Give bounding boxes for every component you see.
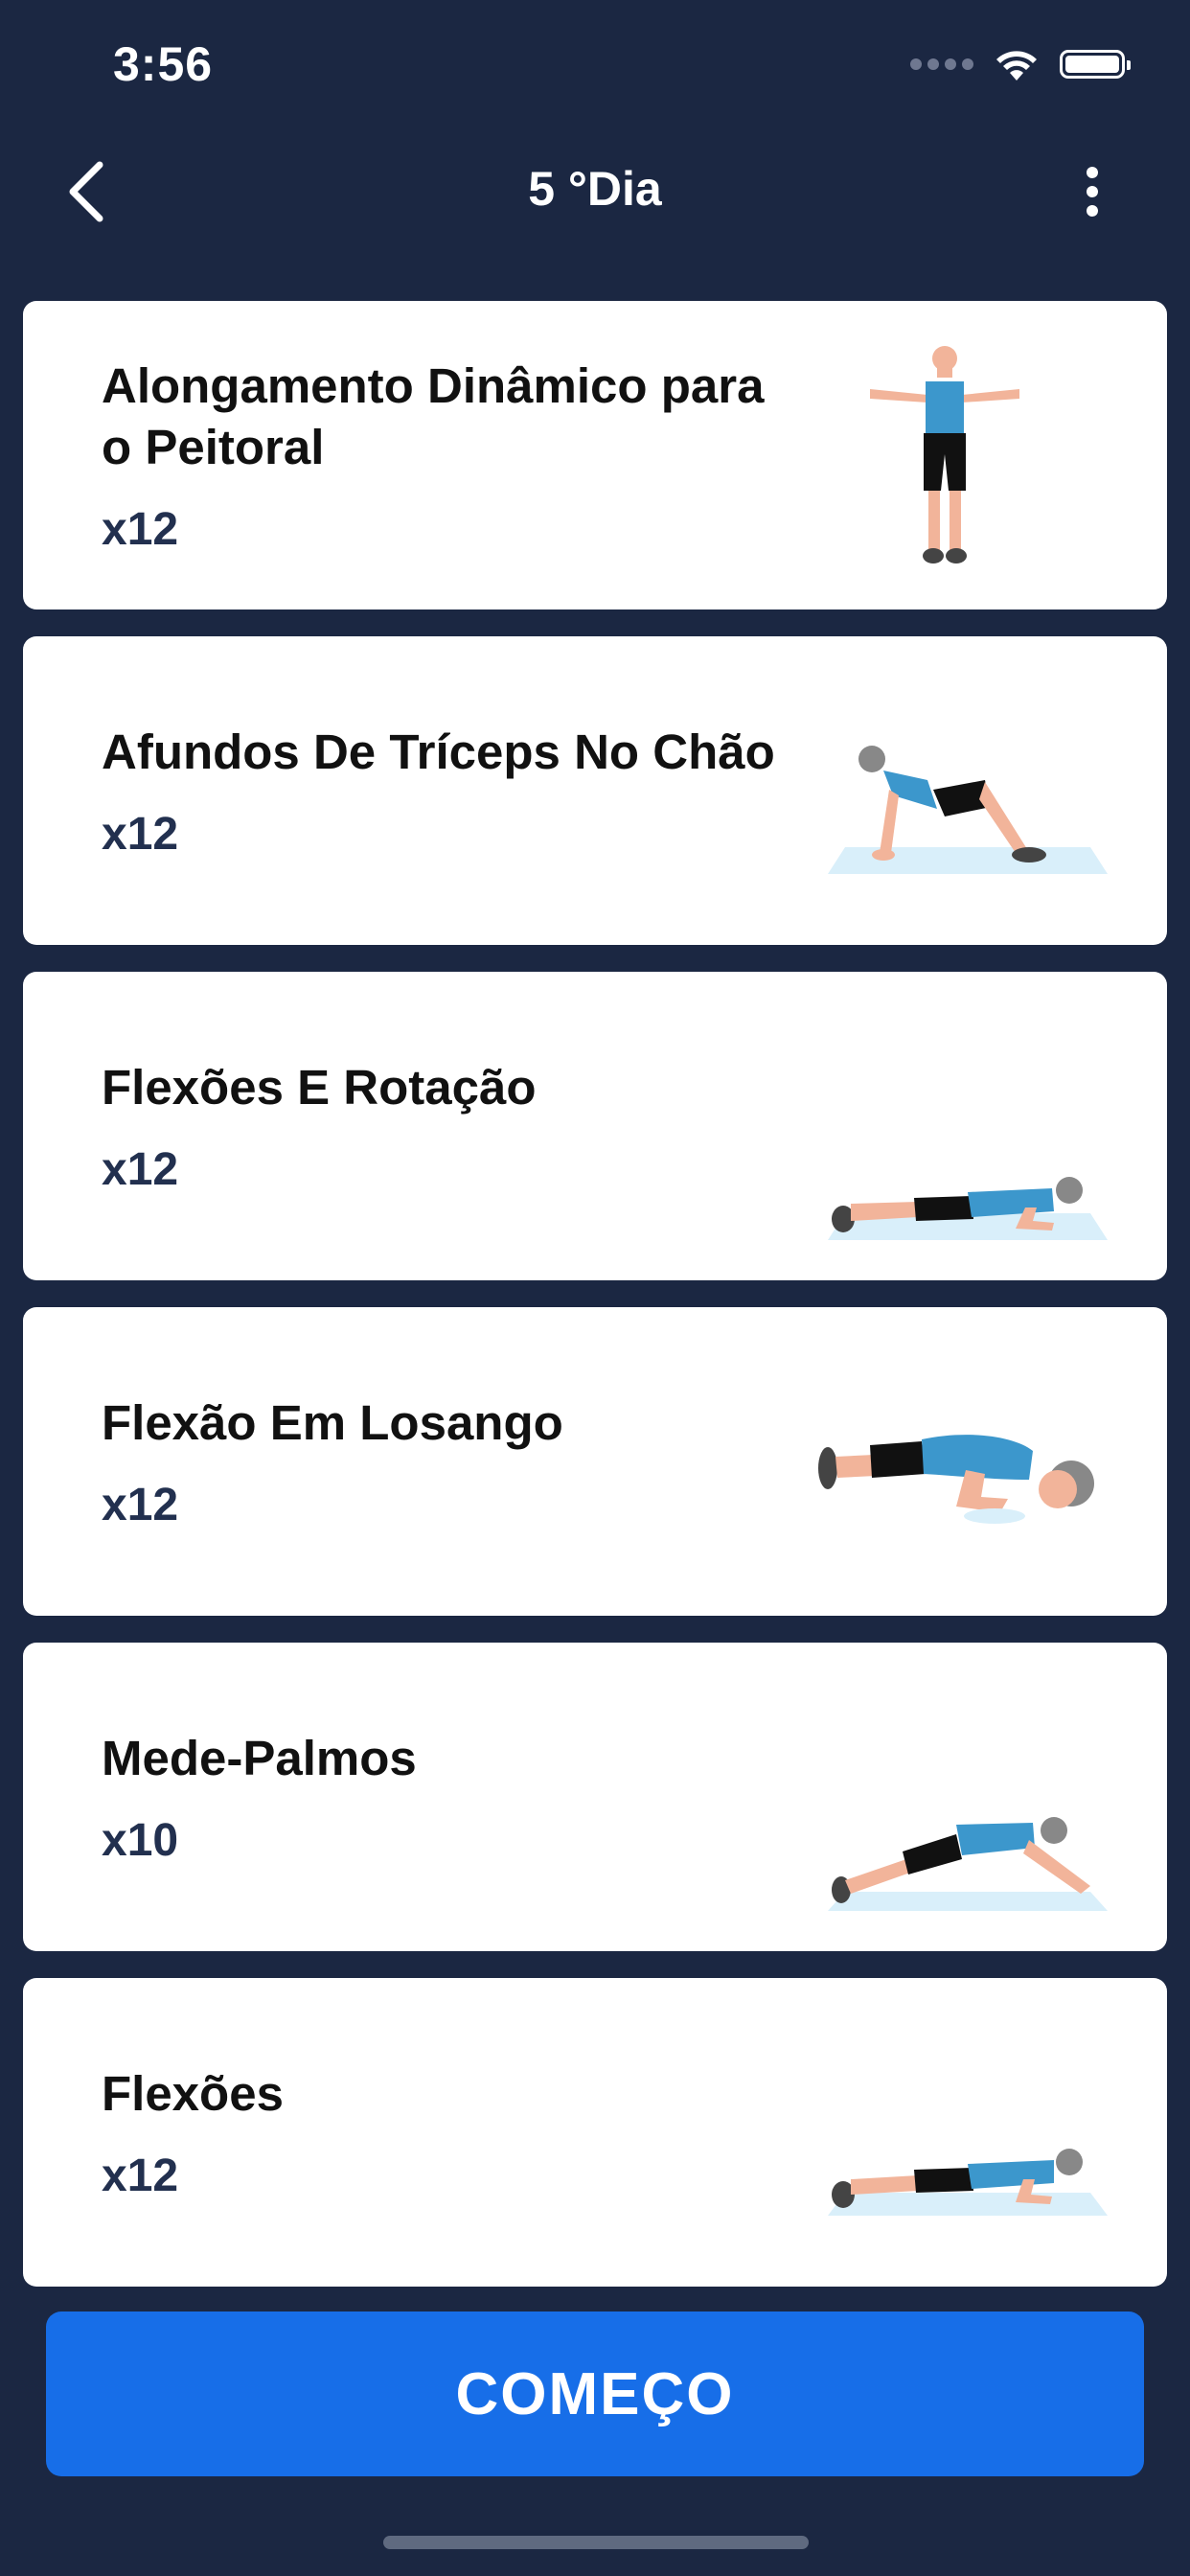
exercise-reps: x10 bbox=[102, 1814, 179, 1866]
exercise-card[interactable]: Afundos De Tríceps No Chão x12 bbox=[23, 636, 1167, 945]
cellular-signal-icon bbox=[910, 58, 973, 70]
more-options-button[interactable] bbox=[1054, 153, 1131, 230]
exercise-reps: x12 bbox=[102, 1479, 179, 1530]
exercise-reps: x12 bbox=[102, 2150, 179, 2201]
status-bar: 3:56 bbox=[0, 0, 1190, 134]
start-button[interactable]: COMEÇO bbox=[46, 2312, 1144, 2476]
exercise-name: Flexões bbox=[102, 2065, 284, 2121]
exercise-name: Afundos De Tríceps No Chão bbox=[102, 724, 775, 779]
exercise-name: Alongamento Dinâmico para o Peitoral bbox=[102, 357, 765, 474]
home-indicator bbox=[383, 2536, 809, 2549]
page-title: 5 °Dia bbox=[528, 162, 662, 216]
pushup-figure-icon bbox=[828, 2149, 1108, 2216]
battery-icon bbox=[1060, 50, 1131, 79]
exercise-name: Flexões E Rotação bbox=[102, 1059, 537, 1115]
diamond-pushup-figure-icon bbox=[818, 1435, 1094, 1524]
pushup-rotation-figure-icon bbox=[828, 1177, 1108, 1240]
exercise-card[interactable]: Flexões x12 bbox=[23, 1978, 1167, 2287]
exercise-card[interactable]: Mede-Palmos x10 bbox=[23, 1643, 1167, 1951]
exercise-card[interactable]: Flexões E Rotação x12 bbox=[23, 972, 1167, 1280]
exercise-reps: x12 bbox=[102, 503, 179, 555]
triceps-dip-figure-icon bbox=[828, 746, 1108, 874]
status-time: 3:56 bbox=[113, 37, 214, 91]
nav-bar: 5 °Dia bbox=[0, 134, 1190, 245]
exercise-list: Alongamento Dinâmico para o Peitoral x12… bbox=[23, 301, 1167, 2313]
exercise-reps: x12 bbox=[102, 1143, 179, 1195]
exercise-card[interactable]: Flexão Em Losango x12 bbox=[23, 1307, 1167, 1616]
exercise-card[interactable]: Alongamento Dinâmico para o Peitoral x12 bbox=[23, 301, 1167, 610]
more-vertical-icon bbox=[1087, 167, 1098, 217]
inchworm-figure-icon bbox=[828, 1817, 1108, 1911]
exercise-name: Mede-Palmos bbox=[102, 1730, 417, 1785]
exercise-reps: x12 bbox=[102, 808, 179, 860]
wifi-icon bbox=[996, 51, 1037, 80]
status-icons bbox=[910, 46, 1131, 82]
standing-stretch-figure-icon bbox=[870, 346, 1019, 564]
exercise-name: Flexão Em Losango bbox=[102, 1394, 563, 1450]
